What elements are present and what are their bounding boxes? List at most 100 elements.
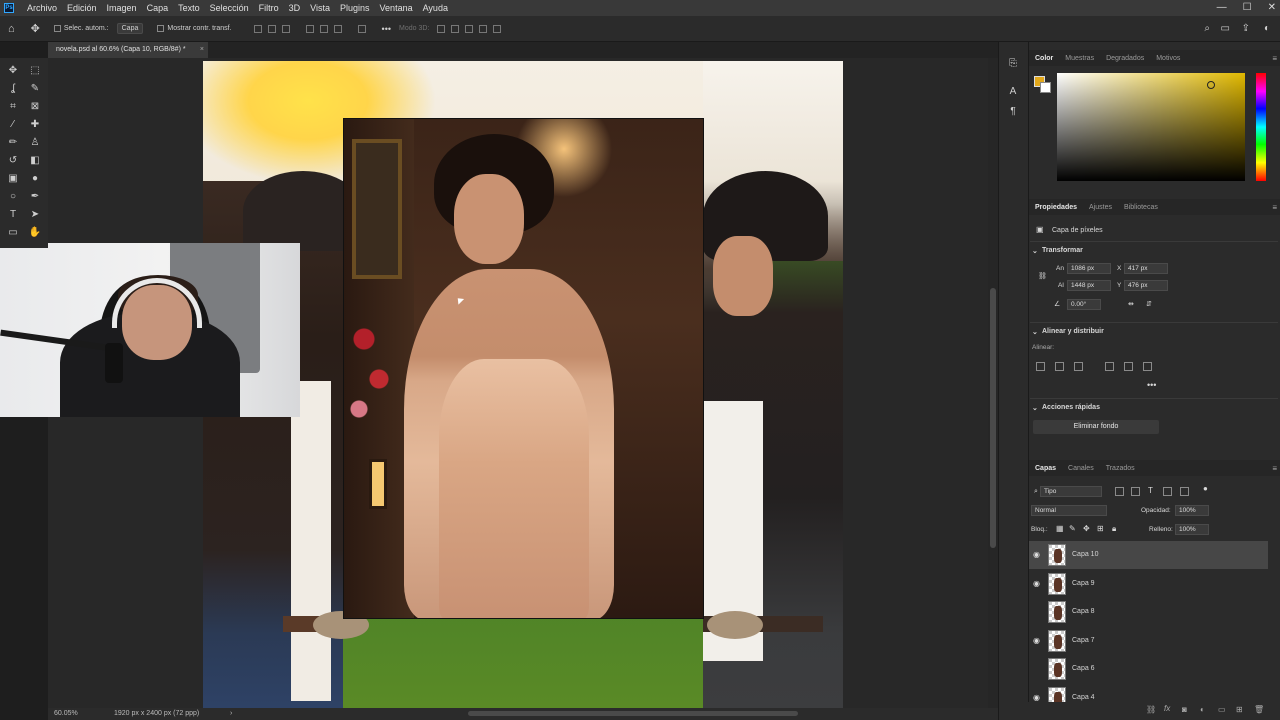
layer-row[interactable]: ◉ Capa 7 — [1029, 627, 1268, 655]
rectangle-tool-icon[interactable]: ▭ — [6, 225, 20, 239]
tab-propiedades[interactable]: Propiedades — [1029, 204, 1083, 211]
filter-smart-object-icon[interactable] — [1180, 487, 1189, 496]
visibility-eye-icon[interactable]: ◉ — [1033, 636, 1040, 645]
quick-actions-title[interactable]: Acciones rápidas — [1042, 404, 1100, 411]
lasso-tool-icon[interactable]: ʆ — [6, 81, 20, 95]
slide-3d-icon[interactable] — [479, 24, 488, 33]
scroll-thumb[interactable] — [990, 288, 996, 548]
tab-capas[interactable]: Capas — [1029, 465, 1062, 472]
photoshop-logo-icon[interactable]: Ps — [4, 3, 14, 13]
layer-row[interactable]: ◉ Capa 10 — [1029, 541, 1268, 569]
align-right-icon[interactable] — [281, 24, 290, 33]
transform-section-title[interactable]: Transformar — [1042, 247, 1083, 254]
vertical-scrollbar[interactable] — [988, 58, 998, 708]
flip-vertical-icon[interactable]: ⇵ — [1146, 300, 1152, 308]
chevron-down-icon[interactable]: ⌄ — [1032, 247, 1038, 255]
visibility-eye-icon[interactable]: ◉ — [1033, 550, 1040, 559]
align-section-title[interactable]: Alinear y distribuir — [1042, 328, 1104, 335]
layer-row[interactable]: Capa 8 — [1029, 598, 1268, 626]
lock-artboard-icon[interactable]: ⊞ — [1097, 524, 1104, 533]
y-field[interactable]: 476 px — [1124, 280, 1168, 291]
panel-menu-icon[interactable]: ≡ — [1272, 203, 1277, 212]
visibility-eye-icon[interactable]: ◉ — [1033, 579, 1040, 588]
align-right-edges-icon[interactable] — [1074, 362, 1083, 371]
align-center-icon[interactable] — [267, 24, 276, 33]
filter-adjustment-icon[interactable] — [1131, 487, 1140, 496]
dodge-tool-icon[interactable]: ○ — [6, 189, 20, 203]
drag-3d-icon[interactable] — [465, 24, 474, 33]
align-top-edges-icon[interactable] — [1105, 362, 1114, 371]
scale-3d-icon[interactable] — [493, 24, 502, 33]
layer-filter-select[interactable]: Tipo — [1040, 486, 1102, 497]
fx-icon[interactable]: fx — [1164, 704, 1170, 713]
tab-close-icon[interactable]: × — [200, 42, 204, 58]
share-icon[interactable]: ⇪ — [1242, 23, 1250, 34]
filter-type-icon[interactable]: T — [1148, 486, 1153, 495]
align-middle-icon[interactable] — [319, 24, 328, 33]
status-menu-arrow[interactable]: › — [230, 708, 232, 720]
roll-3d-icon[interactable] — [451, 24, 460, 33]
menu-vista[interactable]: Vista — [305, 3, 335, 13]
search-icon[interactable]: ⌕ — [1204, 23, 1210, 34]
fill-field[interactable]: 100% — [1175, 524, 1209, 535]
add-mask-icon[interactable]: ◙ — [1182, 705, 1187, 714]
menu-3d[interactable]: 3D — [284, 3, 306, 13]
auto-select-checkbox[interactable]: Selec. autom.: — [53, 25, 109, 32]
lock-position-icon[interactable]: ✥ — [1083, 524, 1090, 533]
menu-filtro[interactable]: Filtro — [254, 3, 284, 13]
background-color-swatch[interactable] — [1040, 82, 1051, 93]
horizontal-scroll-thumb[interactable] — [468, 711, 798, 716]
document-tab[interactable]: novela.psd al 60.6% (Capa 10, RGB/8#) * … — [48, 42, 208, 58]
gradient-tool-icon[interactable]: ▣ — [6, 171, 20, 185]
align-left-icon[interactable] — [253, 24, 262, 33]
menu-ventana[interactable]: Ventana — [375, 3, 418, 13]
align-vertical-centers-icon[interactable] — [1124, 362, 1133, 371]
history-brush-tool-icon[interactable]: ↺ — [6, 153, 20, 167]
color-picker-field[interactable] — [1057, 73, 1245, 181]
workspace-icon[interactable]: ▭ — [1221, 23, 1230, 34]
filter-toggle-icon[interactable]: ● — [1203, 484, 1208, 493]
blur-tool-icon[interactable]: ● — [28, 171, 42, 185]
distribute-icon[interactable] — [357, 24, 366, 33]
hand-tool-icon[interactable]: ✋ — [28, 225, 42, 239]
character-panel-icon[interactable]: A — [1007, 86, 1019, 98]
height-field[interactable]: 1448 px — [1067, 280, 1111, 291]
panel-menu-icon[interactable]: ≡ — [1272, 464, 1277, 473]
show-transform-checkbox[interactable]: Mostrar contr. transf. — [157, 25, 232, 32]
pen-tool-icon[interactable]: ✒ — [28, 189, 42, 203]
lock-transparency-icon[interactable]: ▦ — [1056, 524, 1064, 533]
remove-background-button[interactable]: Eliminar fondo — [1033, 420, 1159, 434]
home-icon[interactable]: ⌂ — [8, 23, 15, 35]
new-group-icon[interactable]: ▭ — [1218, 705, 1226, 714]
close-icon[interactable]: ✕ — [1268, 0, 1276, 16]
hue-slider[interactable] — [1256, 73, 1266, 181]
align-bottom-icon[interactable] — [333, 24, 342, 33]
menu-edicion[interactable]: Edición — [62, 3, 102, 13]
link-icon[interactable]: ⛓ — [1038, 272, 1047, 280]
align-left-edges-icon[interactable] — [1036, 362, 1045, 371]
zoom-level[interactable]: 60.05% — [54, 708, 78, 720]
menu-archivo[interactable]: Archivo — [22, 3, 62, 13]
menu-capa[interactable]: Capa — [142, 3, 174, 13]
opacity-field[interactable]: 100% — [1175, 505, 1209, 516]
tab-ajustes[interactable]: Ajustes — [1083, 204, 1118, 211]
type-tool-icon[interactable]: T — [6, 207, 20, 221]
menu-plugins[interactable]: Plugins — [335, 3, 375, 13]
align-bottom-edges-icon[interactable] — [1143, 362, 1152, 371]
layer-row[interactable]: Capa 6 — [1029, 655, 1268, 683]
eyedropper-tool-icon[interactable]: ⁄ — [6, 117, 20, 131]
link-layers-icon[interactable]: ⛓ — [1146, 705, 1156, 714]
selected-layer-photo[interactable] — [343, 118, 704, 619]
account-icon[interactable]: ◐ — [1264, 23, 1270, 34]
brush-tool-icon[interactable]: ✏ — [6, 135, 20, 149]
color-picker-handle[interactable] — [1207, 81, 1215, 89]
quick-select-tool-icon[interactable]: ✎ — [28, 81, 42, 95]
paragraph-panel-icon[interactable]: ¶ — [1007, 106, 1019, 118]
maximize-icon[interactable]: ☐ — [1243, 0, 1252, 16]
visibility-eye-icon[interactable]: ◉ — [1033, 693, 1040, 702]
minimize-icon[interactable]: — — [1217, 0, 1227, 16]
filter-shape-icon[interactable] — [1163, 487, 1172, 496]
eraser-tool-icon[interactable]: ◧ — [28, 153, 42, 167]
menu-ayuda[interactable]: Ayuda — [418, 3, 453, 13]
stamp-tool-icon[interactable]: ♙ — [28, 135, 42, 149]
